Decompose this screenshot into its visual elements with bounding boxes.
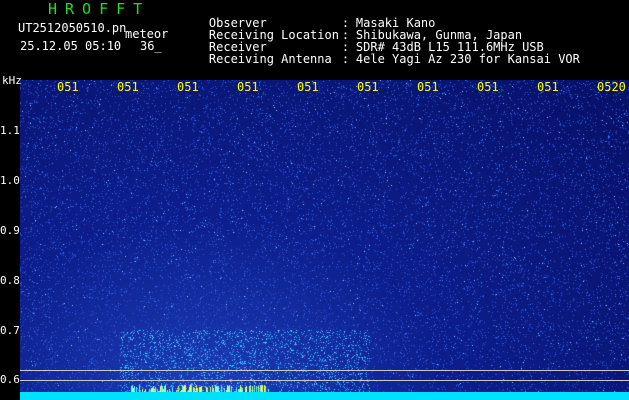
y-tick-label: 1.1	[0, 124, 20, 137]
time-tick-label: 0520	[597, 80, 626, 94]
meteor-count: 36_	[140, 39, 162, 53]
time-tick-label: 051	[177, 80, 199, 94]
header-panel: HROFFT UT2512050510.pn meteor 25.12.05 0…	[0, 0, 629, 80]
y-tick-label: 0.7	[0, 324, 20, 337]
time-tick-label: 051	[477, 80, 499, 94]
time-tick-label: 051	[537, 80, 559, 94]
y-tick-label: 0.8	[0, 274, 20, 287]
time-tick-label: 051	[237, 80, 259, 94]
antenna-row: Receiving Antenna:4ele Yagi Az 230 for K…	[180, 41, 580, 77]
time-tick-label: 051	[117, 80, 139, 94]
antenna-label: Receiving Antenna	[208, 52, 332, 66]
file-name: UT2512050510.pn	[18, 21, 127, 35]
y-tick-label: 0.6	[0, 373, 20, 386]
spectrogram-noise	[20, 80, 629, 400]
y-axis-unit: kHz	[2, 74, 22, 87]
time-tick-label: 051	[417, 80, 439, 94]
spectrogram	[20, 80, 629, 400]
separator: :	[341, 52, 350, 66]
time-tick-label: 051	[357, 80, 379, 94]
y-tick-label: 1.0	[0, 174, 20, 187]
carrier-band	[20, 392, 629, 400]
datetime: 25.12.05 05:10	[20, 39, 122, 53]
guide-line-upper	[20, 370, 629, 371]
time-tick-label: 051	[57, 80, 79, 94]
antenna-value: 4ele Yagi Az 230 for Kansai VOR	[355, 52, 580, 66]
time-tick-label: 051	[297, 80, 319, 94]
y-tick-label: 0.9	[0, 224, 20, 237]
guide-line-lower	[20, 380, 629, 381]
program-name: HROFFT	[48, 0, 151, 18]
